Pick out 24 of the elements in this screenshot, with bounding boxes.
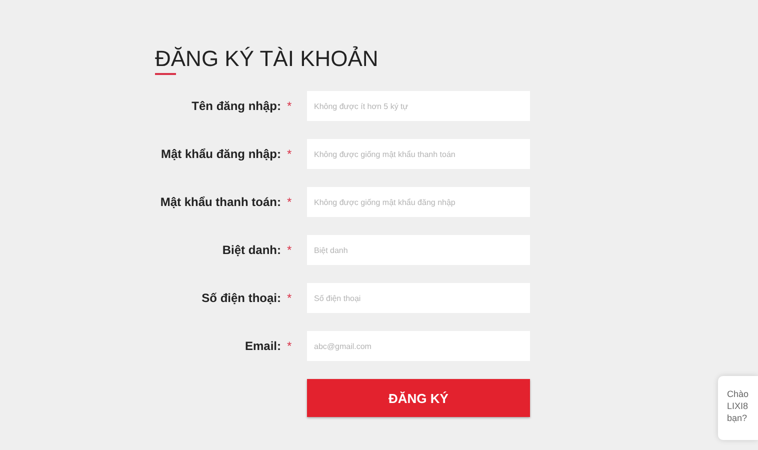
chat-bubble[interactable]: Chào LIXI8 bạn? [718, 376, 758, 440]
required-mark: * [286, 291, 293, 305]
required-mark: * [286, 99, 293, 113]
input-field[interactable]: Không được giống mật khẩu thanh toán [307, 139, 530, 169]
chat-text: bạn? [727, 412, 748, 424]
field-label: Mật khẩu thanh toán: [159, 195, 281, 209]
input-field[interactable]: Không được giống mật khẩu đăng nhập [307, 187, 530, 217]
field-label: Biệt danh: [221, 243, 281, 257]
required-mark: * [286, 195, 293, 209]
page-title: ĐĂNG KÝ TÀI KHOẢN [155, 46, 378, 72]
field-label: Tên đăng nhập: [190, 99, 281, 113]
input-field[interactable]: abc@gmail.com [307, 331, 530, 361]
input-field[interactable]: Số điện thoại [307, 283, 530, 313]
required-mark: * [286, 147, 293, 161]
chat-text: Chào [727, 388, 750, 400]
required-mark: * [286, 339, 293, 353]
field-label: Email: [244, 339, 281, 353]
required-mark: * [286, 243, 293, 257]
input-field[interactable]: Biệt danh [307, 235, 530, 265]
field-label: Mật khẩu đăng nhập: [160, 147, 281, 161]
register-button[interactable]: ĐĂNG KÝ [307, 379, 530, 417]
input-field[interactable]: Không được ít hơn 5 ký tự [307, 91, 530, 121]
chat-text: LIXI8 [727, 400, 750, 412]
field-label: Số điện thoại: [200, 291, 281, 305]
